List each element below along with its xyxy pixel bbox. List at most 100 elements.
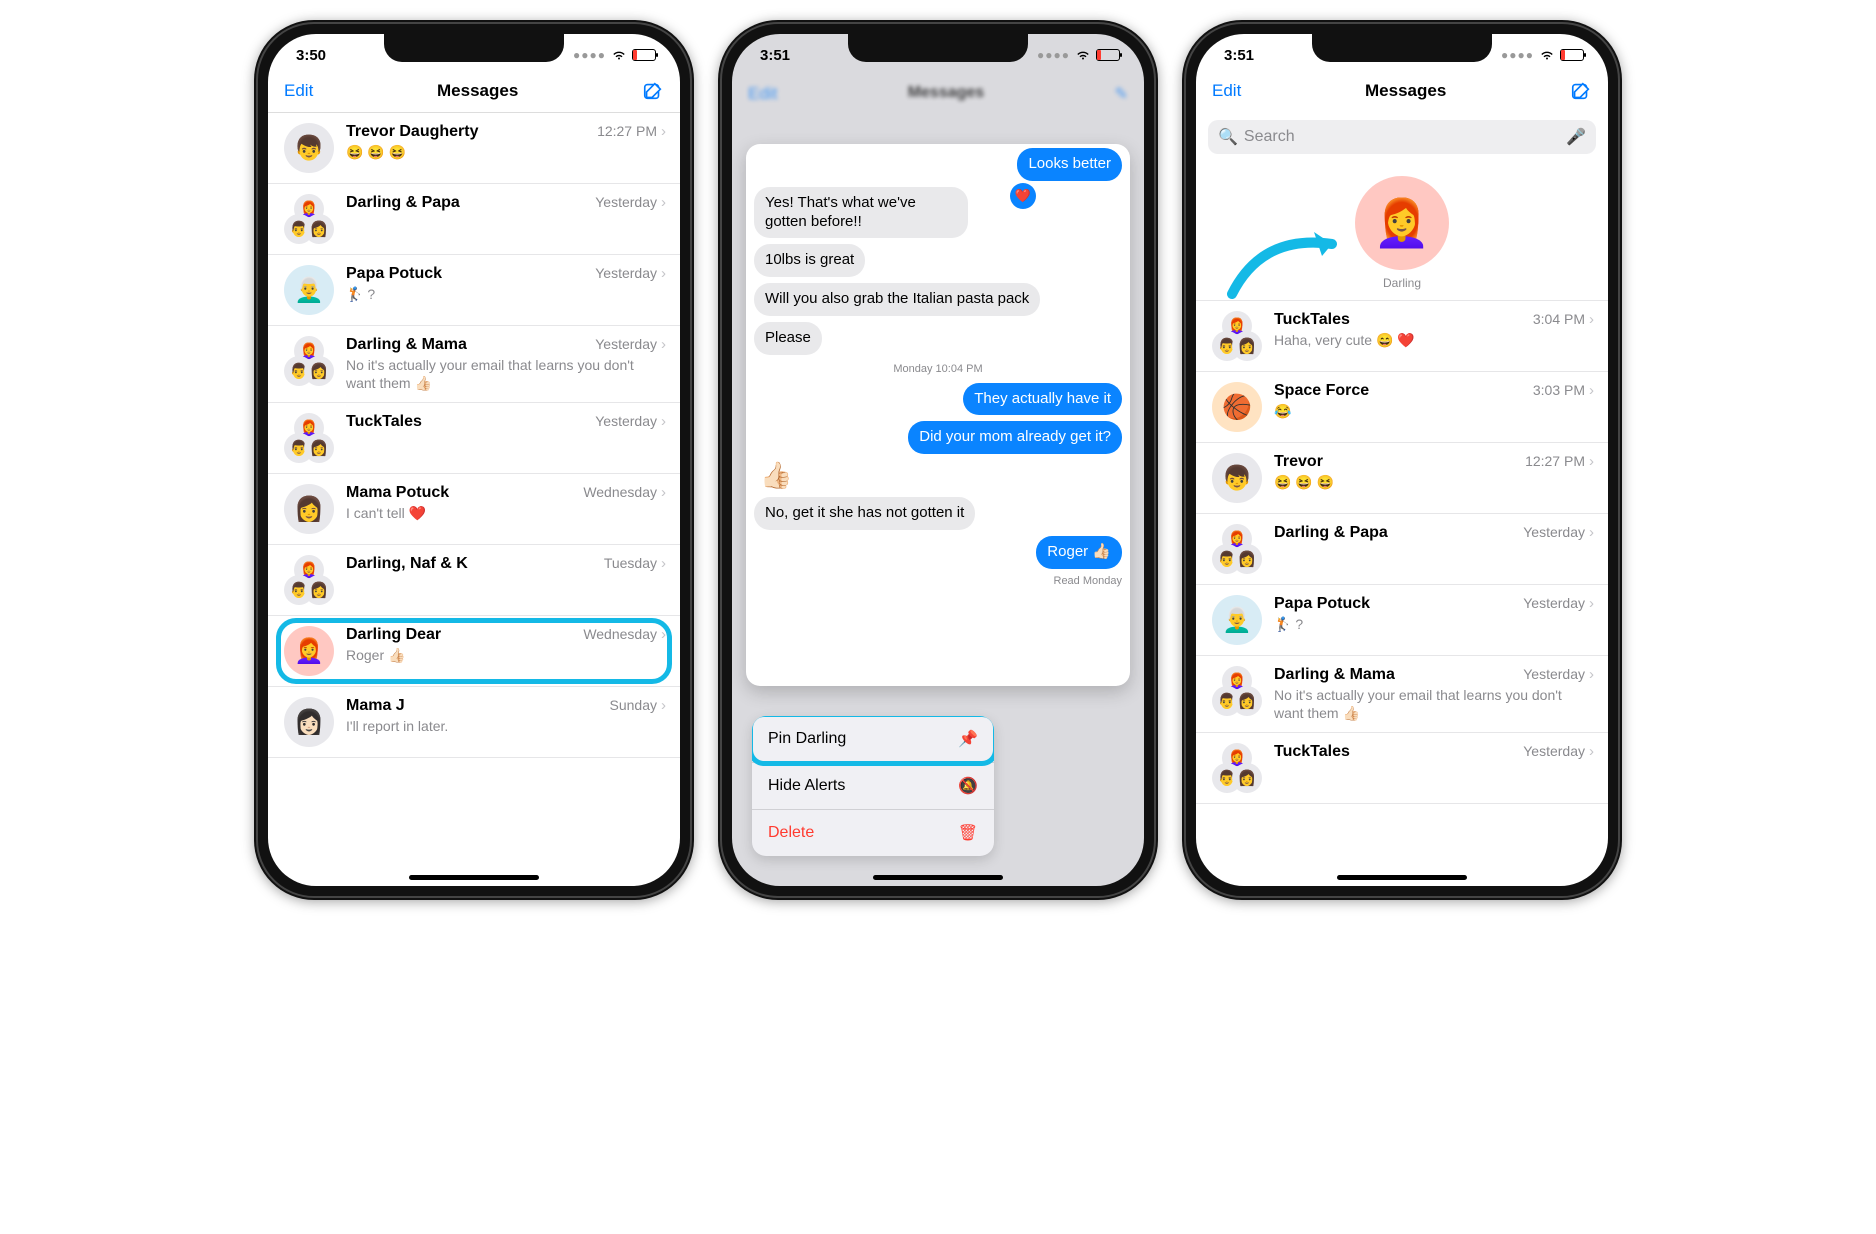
compose-icon[interactable] (1570, 80, 1592, 102)
row-content: Trevor12:27 PM›😆 😆 😆 (1274, 453, 1594, 491)
timestamp: Tuesday (604, 555, 657, 571)
clock: 3:50 (296, 47, 326, 64)
row-content: Darling & MamaYesterday›No it's actually… (346, 336, 666, 392)
message-preview: No it's actually your email that learns … (1274, 686, 1594, 722)
timestamp: 3:04 PM (1533, 311, 1585, 327)
chevron-right-icon: › (661, 336, 666, 353)
compose-icon[interactable] (642, 80, 664, 102)
cell-signal-icon: ●●●● (1501, 48, 1534, 62)
home-indicator[interactable] (409, 875, 539, 880)
timestamp: Yesterday (1523, 666, 1585, 682)
conversation-row[interactable]: 👩‍🦰Darling DearWednesday›Roger 👍🏻 (268, 616, 680, 687)
conversation-preview-card[interactable]: Looks better Yes! That's what we've gott… (746, 144, 1130, 686)
group-avatar: 👩‍🦰👨👩 (1212, 311, 1262, 361)
conversation-row[interactable]: 👩‍🦰👨👩TuckTalesYesterday› (1196, 733, 1608, 804)
contact-name: Trevor (1274, 453, 1323, 471)
conversation-row[interactable]: 👦Trevor12:27 PM›😆 😆 😆 (1196, 443, 1608, 514)
contact-name: Darling, Naf & K (346, 555, 468, 573)
phone-1: 3:50 ●●●● Edit Messages 👦Trevor Daughert… (254, 20, 694, 900)
message-preview: Haha, very cute 😄 ❤️ (1274, 331, 1594, 349)
mic-icon[interactable]: 🎤 (1566, 127, 1586, 147)
read-receipt: Read Monday (1054, 575, 1123, 587)
clock: 3:51 (760, 47, 790, 64)
timestamp: Yesterday (595, 194, 657, 210)
thumbs-up-sticker: 👍🏻 (760, 460, 792, 491)
chevron-right-icon: › (1589, 666, 1594, 683)
chevron-right-icon: › (661, 626, 666, 643)
contact-name: Darling & Papa (1274, 524, 1388, 542)
avatar: 👩‍🦰 (1355, 176, 1449, 270)
group-avatar: 👩‍🦰👨👩 (284, 194, 334, 244)
avatar: 👩🏻 (284, 697, 334, 747)
row-content: Papa PotuckYesterday›🏌️ ? (1274, 595, 1594, 633)
avatar: 👨‍🦳 (1212, 595, 1262, 645)
conversation-row[interactable]: 👩‍🦰👨👩Darling & PapaYesterday› (1196, 514, 1608, 585)
outgoing-bubble: Roger 👍🏻 (1036, 536, 1122, 569)
avatar: 🏀 (1212, 382, 1262, 432)
conversation-row[interactable]: 👨‍🦳Papa PotuckYesterday›🏌️ ? (1196, 585, 1608, 656)
contact-name: Mama Potuck (346, 484, 449, 502)
nav-bar: Edit Messages (268, 76, 680, 113)
delete-menu-item[interactable]: Delete 🗑 (752, 810, 994, 856)
pin-menu-item[interactable]: Pin Darling 📌 (752, 716, 994, 763)
pinned-name: Darling (1383, 276, 1421, 290)
chevron-right-icon: › (661, 123, 666, 140)
pinned-contact[interactable]: 👩‍🦰 Darling (1355, 176, 1449, 290)
conversation-row[interactable]: 👩‍🦰👨👩 Darling & PapaYesterday› (268, 184, 680, 255)
contact-name: Darling & Mama (1274, 666, 1395, 684)
conversation-row[interactable]: 👩‍🦰👨👩TuckTalesYesterday› (268, 403, 680, 474)
message-preview: 😂 (1274, 402, 1594, 420)
conversation-row[interactable]: 👩Mama PotuckWednesday›I can't tell ❤️ (268, 474, 680, 545)
timestamp: Monday 10:04 PM (754, 363, 1122, 375)
row-content: Mama JSunday›I'll report in later. (346, 697, 666, 735)
hide-alerts-menu-item[interactable]: Hide Alerts 🔕 (752, 763, 994, 810)
home-indicator[interactable] (873, 875, 1003, 880)
conversation-row[interactable]: 🏀Space Force3:03 PM›😂 (1196, 372, 1608, 443)
outgoing-bubble: Did your mom already get it? (908, 421, 1122, 454)
chevron-right-icon: › (1589, 595, 1594, 612)
conversation-row[interactable]: 👨‍🦳Papa PotuckYesterday›🏌️ ? (268, 255, 680, 326)
notch (384, 34, 564, 62)
edit-button[interactable]: Edit (284, 81, 313, 101)
conversation-list[interactable]: 👩‍🦰👨👩TuckTales3:04 PM›Haha, very cute 😄 … (1196, 300, 1608, 886)
notch (1312, 34, 1492, 62)
outgoing-bubble: They actually have it (963, 383, 1122, 416)
group-avatar: 👩‍🦰👨👩 (284, 555, 334, 605)
conversation-row[interactable]: 👩‍🦰👨👩TuckTales3:04 PM›Haha, very cute 😄 … (1196, 301, 1608, 372)
chevron-right-icon: › (661, 697, 666, 714)
phone-2: 3:51 ●●●● Edit Messages ✎ Looks better Y… (718, 20, 1158, 900)
conversation-list[interactable]: 👦Trevor Daugherty12:27 PM›😆 😆 😆👩‍🦰👨👩Darl… (268, 113, 680, 886)
chevron-right-icon: › (1589, 382, 1594, 399)
edit-button[interactable]: Edit (1212, 81, 1241, 101)
incoming-bubble: No, get it she has not gotten it (754, 497, 975, 530)
conversation-row[interactable]: 👩🏻 Mama JSunday›I'll report in later. (268, 687, 680, 758)
search-input[interactable]: 🔍 Search 🎤 (1208, 120, 1596, 154)
bell-slash-icon: 🔕 (958, 776, 978, 796)
message-preview: 🏌️ ? (1274, 615, 1594, 633)
avatar: 👨‍🦳 (284, 265, 334, 315)
notch (848, 34, 1028, 62)
conversation-row[interactable]: 👩‍🦰👨👩Darling & MamaYesterday›No it's act… (268, 326, 680, 403)
chevron-right-icon: › (661, 265, 666, 282)
timestamp: Wednesday (583, 484, 657, 500)
context-menu: Pin Darling 📌 Hide Alerts 🔕 Delete 🗑 (752, 716, 994, 856)
pin-label: Pin Darling (768, 730, 846, 748)
row-content: Darling & Mama Yesterday› No it's actually… (1274, 666, 1594, 722)
cell-signal-icon: ●●●● (1037, 48, 1070, 62)
contact-name: Papa Potuck (346, 265, 442, 283)
timestamp: Yesterday (1523, 595, 1585, 611)
timestamp: Yesterday (1523, 743, 1585, 759)
conversation-row[interactable]: 👦Trevor Daugherty12:27 PM›😆 😆 😆 (268, 113, 680, 184)
timestamp: Yesterday (595, 336, 657, 352)
home-indicator[interactable] (1337, 875, 1467, 880)
conversation-row[interactable]: 👩‍🦰👨👩Darling, Naf & KTuesday› (268, 545, 680, 616)
conversation-row[interactable]: 👩‍🦰👨👩Darling & MamaYesterday›No it's act… (1196, 656, 1608, 733)
row-content: Darling & PapaYesterday› (346, 194, 666, 214)
screen-2: 3:51 ●●●● Edit Messages ✎ Looks better Y… (732, 34, 1144, 886)
chevron-right-icon: › (1589, 524, 1594, 541)
screen-1: 3:50 ●●●● Edit Messages 👦Trevor Daughert… (268, 34, 680, 886)
group-avatar: 👩‍🦰👨👩 (284, 413, 334, 463)
incoming-bubble: Please (754, 322, 822, 355)
blurred-nav: Edit Messages ✎ (732, 84, 1144, 104)
incoming-bubble: Yes! That's what we've gotten before!! (754, 187, 968, 239)
